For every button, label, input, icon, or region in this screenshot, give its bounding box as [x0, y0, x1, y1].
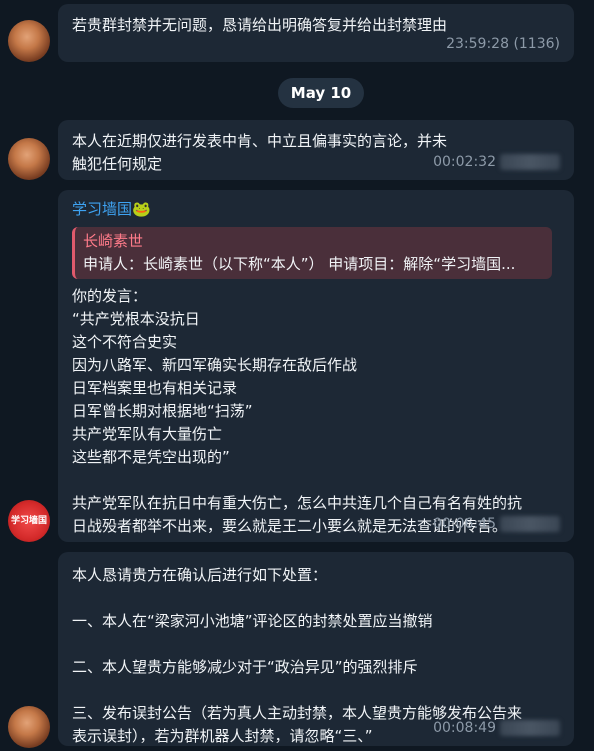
message-line: 共产党军队在抗日中有重大伤亡，怎么中共连几个自己有名有姓的抗 [72, 494, 523, 512]
message-meta: 00:08:49 [433, 717, 560, 740]
redacted-block [500, 154, 560, 170]
message-meta: 00:06:45 [433, 513, 560, 536]
message-line: 本人恳请贵方在确认后进行如下处置： [72, 566, 328, 584]
frog-emoji-icon: 🐸 [132, 200, 151, 218]
message-line: 共产党军队有大量伤亡 [72, 425, 223, 443]
message-line: 日军曾长期对根据地“扫荡” [72, 402, 253, 420]
message-line [72, 587, 560, 610]
message-line: 日军档案里也有相关记录 [72, 379, 238, 397]
quote-author: 长崎素世 [83, 232, 144, 250]
message-line: “共产党根本没抗日 [72, 310, 200, 328]
date-separator: May 10 [278, 78, 364, 108]
message-line [72, 469, 560, 492]
message-time: 23:59:28 [446, 36, 509, 52]
message-text: 本人在近期仅进行发表中肯、中立且偏事实的言论，并未触犯任何规定 [72, 132, 448, 173]
user-avatar[interactable] [8, 20, 50, 62]
quote-text: 申请人：长崎素世（以下称“本人”） 申请项目：解除“学习墙国... [83, 255, 516, 273]
message-line: 一、本人在“梁家河小池塘”评论区的封禁处置应当撤销 [72, 612, 433, 630]
message-time: 00:06:45 [433, 516, 496, 532]
message-line [72, 633, 560, 656]
message-bubble[interactable]: 本人在近期仅进行发表中肯、中立且偏事实的言论，并未触犯任何规定 00:02:32 [58, 120, 574, 180]
reply-quote[interactable]: 长崎素世 申请人：长崎素世（以下称“本人”） 申请项目：解除“学习墙国... [72, 227, 552, 279]
message-meta: 23:59:28 (1136) [446, 33, 560, 56]
message-time: 00:02:32 [433, 154, 496, 170]
message-line: 因为八路军、新四军确实长期存在敌后作战 [72, 356, 358, 374]
message-bubble[interactable]: 学习墙国🐸 长崎素世 申请人：长崎素世（以下称“本人”） 申请项目：解除“学习墙… [58, 190, 574, 542]
message-bubble[interactable]: 本人恳请贵方在确认后进行如下处置： 一、本人在“梁家河小池塘”评论区的封禁处置应… [58, 552, 574, 746]
user-avatar[interactable] [8, 138, 50, 180]
message-line: 你的发言： [72, 287, 148, 305]
sender-name[interactable]: 学习墙国 [72, 200, 132, 218]
message-line: 二、本人望贵方能够减少对于“政治异见”的强烈排斥 [72, 658, 418, 676]
group-avatar[interactable]: 学习墙国 [8, 500, 50, 542]
message-line: 这个不符合史实 [72, 333, 178, 351]
message-meta: 00:02:32 [433, 151, 560, 174]
message-time: 00:08:49 [433, 720, 496, 736]
avatar-label: 学习墙国 [10, 516, 47, 526]
message-views: (1136) [513, 36, 560, 52]
message-line [72, 679, 560, 702]
redacted-block [500, 516, 560, 532]
message-line: 这些都不是凭空出现的” [72, 448, 230, 466]
redacted-block [500, 720, 560, 736]
message-bubble[interactable]: 若贵群封禁并无问题，恳请给出明确答复并给出封禁理由 23:59:28 (1136… [58, 4, 574, 62]
user-avatar[interactable] [8, 706, 50, 748]
